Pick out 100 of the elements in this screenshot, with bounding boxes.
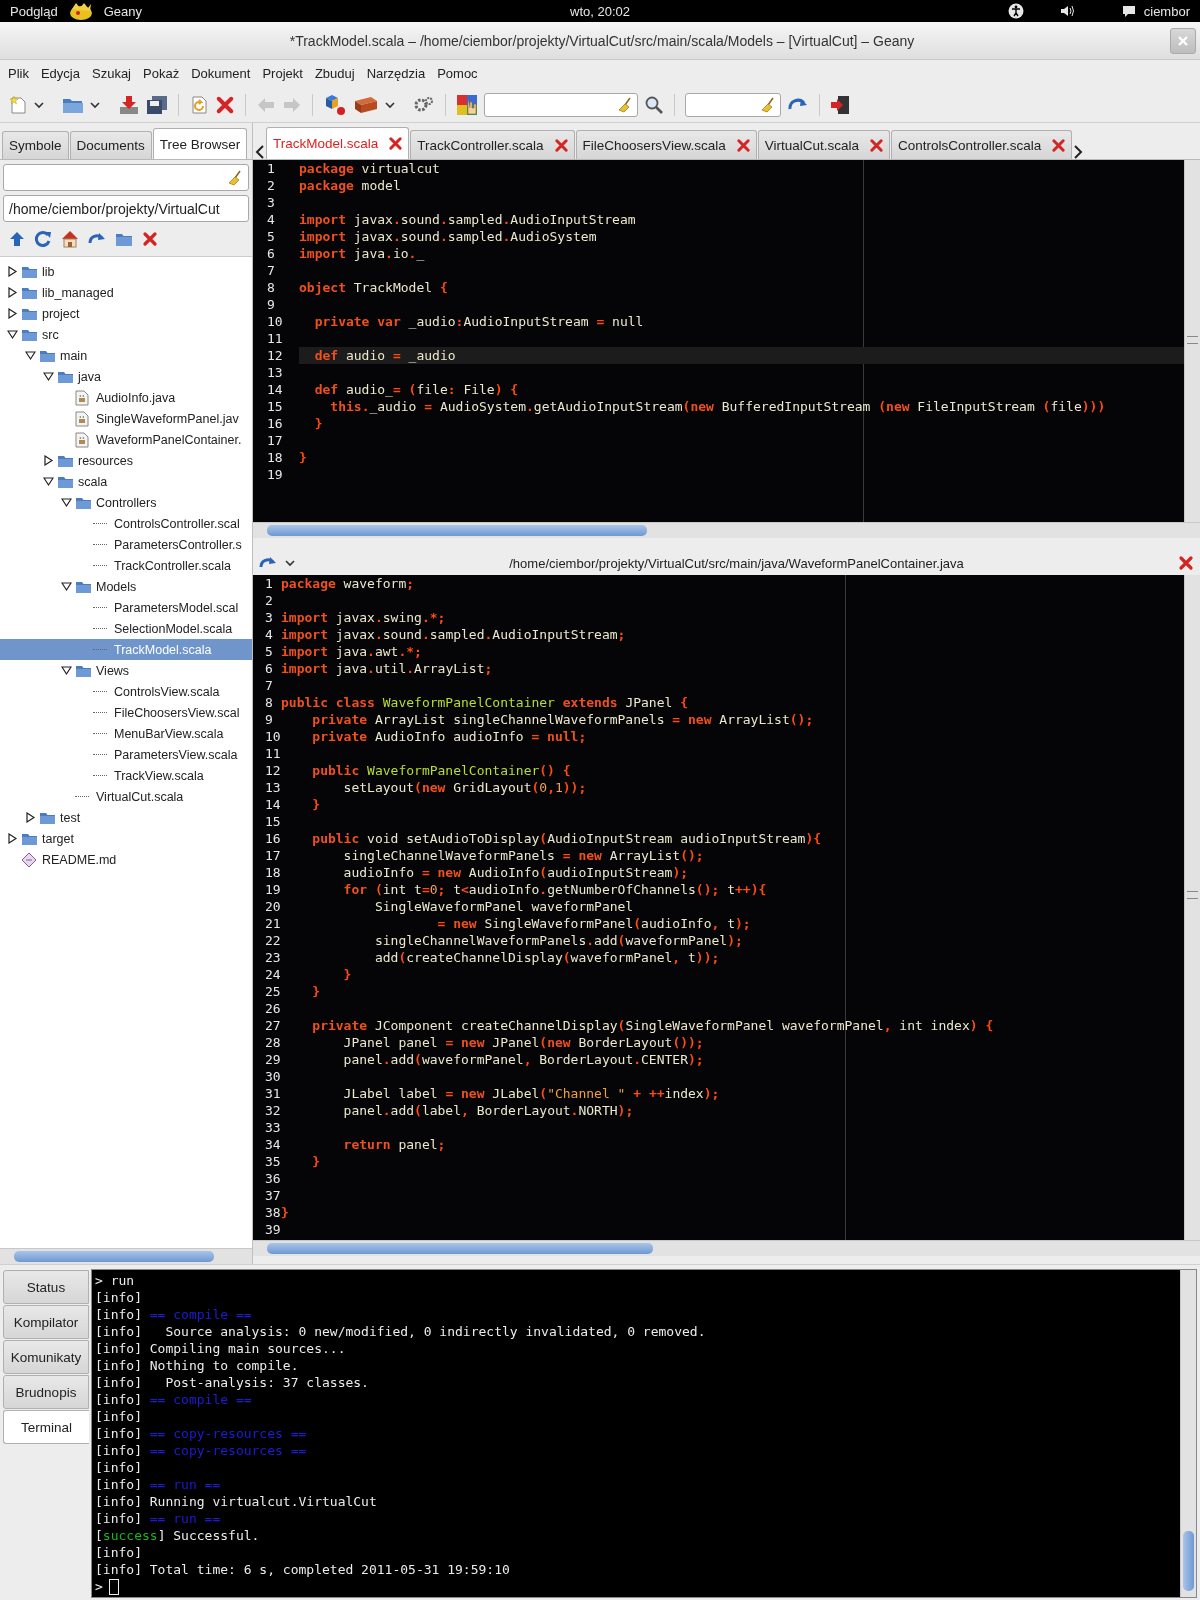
tree-item[interactable]: ParametersModel.scal	[0, 597, 252, 618]
vertical-scrollbar[interactable]	[1180, 1270, 1196, 1597]
clear-icon[interactable]	[227, 169, 243, 186]
quit-icon[interactable]	[830, 94, 850, 115]
sidebar-tab[interactable]: Symbole	[2, 131, 69, 159]
tree-item[interactable]: ParametersController.s	[0, 534, 252, 555]
bricks-icon[interactable]	[353, 94, 379, 115]
tree-item[interactable]: scala	[0, 471, 252, 492]
message-tab[interactable]: Terminal	[3, 1410, 89, 1444]
collapsed-arrow-icon[interactable]	[6, 833, 18, 844]
horizontal-scrollbar[interactable]	[0, 1248, 252, 1264]
menu-item[interactable]: Plik	[2, 66, 35, 81]
horizontal-scrollbar[interactable]	[253, 522, 1200, 538]
tree-item[interactable]: SelectionModel.scala	[0, 618, 252, 639]
menu-item[interactable]: Szukaj	[86, 66, 137, 81]
expanded-arrow-icon[interactable]	[24, 350, 36, 361]
search-icon[interactable]	[644, 94, 664, 115]
tree-item[interactable]: ControlsView.scala	[0, 681, 252, 702]
menu-item[interactable]: Narzędzia	[360, 66, 432, 81]
tree-item[interactable]: TrackView.scala	[0, 765, 252, 786]
close-icon[interactable]	[215, 94, 235, 115]
tree-item[interactable]: src	[0, 324, 252, 345]
menu-item[interactable]: Edycja	[34, 66, 86, 81]
tree-item[interactable]: main	[0, 345, 252, 366]
collapsed-arrow-icon[interactable]	[42, 455, 54, 466]
close-icon[interactable]	[1178, 555, 1194, 571]
chevron-left-icon[interactable]	[255, 145, 265, 159]
horizontal-scrollbar[interactable]	[253, 1240, 1200, 1256]
collapsed-arrow-icon[interactable]	[6, 266, 18, 277]
tree-item[interactable]: target	[0, 828, 252, 849]
sidebar-tab[interactable]: Tree Browser	[152, 128, 248, 159]
message-tab[interactable]: Kompilator	[3, 1305, 89, 1339]
expanded-arrow-icon[interactable]	[42, 371, 54, 382]
collapsed-arrow-icon[interactable]	[24, 812, 36, 823]
expanded-arrow-icon[interactable]	[60, 581, 72, 592]
tree-item[interactable]: FileChoosersView.scal	[0, 702, 252, 723]
clock[interactable]: wto, 20:02	[570, 3, 630, 19]
editor-tab[interactable]: TrackModel.scala	[266, 127, 410, 159]
volume-icon[interactable]	[1059, 4, 1076, 18]
close-tab-icon[interactable]	[1051, 137, 1067, 153]
tree-item[interactable]: resources	[0, 450, 252, 471]
save-all-icon[interactable]	[146, 94, 168, 115]
home-icon[interactable]	[61, 230, 79, 248]
sidebar-tab[interactable]: Documents	[69, 131, 152, 159]
goto-line-field[interactable]	[685, 92, 781, 117]
save-icon[interactable]	[118, 94, 140, 115]
tree-item[interactable]: AudioInfo.java	[0, 387, 252, 408]
caret-icon[interactable]	[285, 559, 295, 567]
menu-item[interactable]: Pomoc	[431, 66, 484, 81]
tree-item[interactable]: java	[0, 366, 252, 387]
tree-item[interactable]: ControlsController.scal	[0, 513, 252, 534]
refresh-icon[interactable]	[34, 230, 52, 248]
caret-icon[interactable]	[385, 100, 395, 109]
tree-item[interactable]: project	[0, 303, 252, 324]
accessibility-icon[interactable]	[1007, 3, 1024, 19]
expanded-arrow-icon[interactable]	[60, 497, 72, 508]
clear-icon[interactable]	[760, 96, 776, 113]
editor-tab[interactable]: TrackController.scala	[410, 130, 575, 159]
activities-label[interactable]: Podgląd	[10, 3, 58, 19]
expanded-arrow-icon[interactable]	[42, 476, 54, 487]
chevron-right-icon[interactable]	[1073, 145, 1084, 159]
vertical-scrollbar[interactable]	[1184, 575, 1200, 1240]
user-menu[interactable]: ciembor	[1143, 3, 1190, 19]
compile-icon[interactable]	[323, 93, 347, 116]
caret-icon[interactable]	[90, 100, 100, 109]
message-tab[interactable]: Status	[3, 1270, 89, 1304]
message-tab[interactable]: Brudnopis	[3, 1375, 89, 1409]
tree-item[interactable]: WaveformPanelContainer.	[0, 429, 252, 450]
tree-item[interactable]: SingleWaveformPanel.jav	[0, 408, 252, 429]
close-icon[interactable]	[142, 231, 158, 247]
clear-icon[interactable]	[617, 96, 633, 113]
chat-icon[interactable]	[1121, 4, 1136, 18]
close-tab-icon[interactable]	[553, 137, 569, 153]
close-tab-icon[interactable]	[735, 137, 751, 153]
tree-item[interactable]: ParametersView.scala	[0, 744, 252, 765]
color-chooser-icon[interactable]	[456, 93, 478, 116]
menu-item[interactable]: Dokument	[185, 66, 257, 81]
folder-icon[interactable]	[115, 231, 133, 247]
expanded-arrow-icon[interactable]	[6, 329, 18, 340]
tree-item[interactable]: TrackController.scala	[0, 555, 252, 576]
tree-item[interactable]: Models	[0, 576, 252, 597]
editor-tab[interactable]: VirtualCut.scala	[757, 130, 890, 159]
vertical-scrollbar[interactable]	[1184, 160, 1200, 522]
menu-item[interactable]: Pokaż	[137, 66, 186, 81]
message-tab[interactable]: Komunikaty	[3, 1340, 89, 1374]
path-field[interactable]: /home/ciembor/projekty/VirtualCut	[3, 195, 249, 222]
menu-item[interactable]: Zbuduj	[308, 66, 361, 81]
app-menu-label[interactable]: Geany	[103, 3, 143, 19]
caret-icon[interactable]	[34, 100, 44, 109]
editor-tab[interactable]: ControlsController.scala	[890, 130, 1073, 159]
close-tab-icon[interactable]	[388, 136, 404, 151]
up-arrow-icon[interactable]	[9, 231, 25, 247]
tree-item[interactable]: lib_managed	[0, 282, 252, 303]
search-field[interactable]	[484, 92, 638, 117]
tree-item[interactable]: test	[0, 807, 252, 828]
tree-item[interactable]: MenuBarView.scala	[0, 723, 252, 744]
editor-tab[interactable]: FileChoosersView.scala	[575, 130, 757, 159]
tree-item[interactable]: VirtualCut.scala	[0, 786, 252, 807]
menu-item[interactable]: Projekt	[256, 66, 309, 81]
filter-field[interactable]	[3, 164, 249, 191]
